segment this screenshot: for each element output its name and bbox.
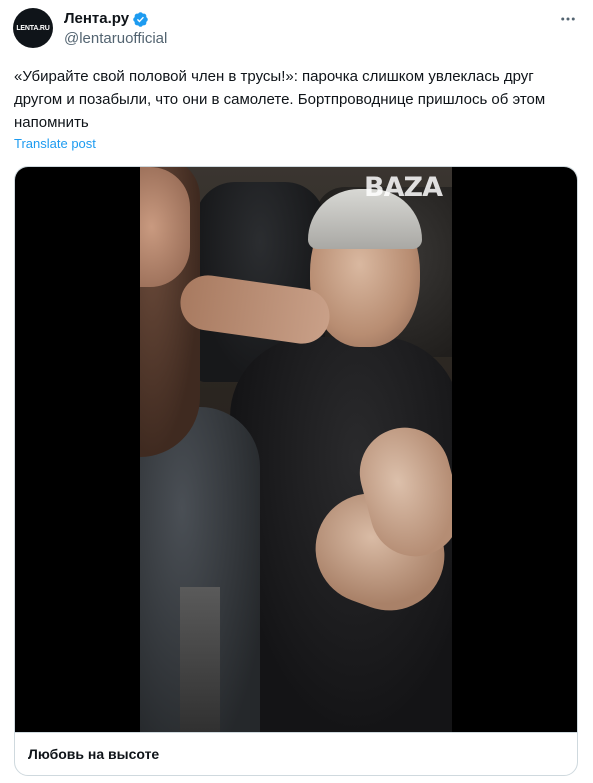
- verified-badge-icon: [132, 11, 149, 28]
- video-frame: BAZA: [140, 167, 452, 732]
- author-handle[interactable]: @lentaruofficial: [64, 29, 167, 49]
- author-info: Лента.ру @lentaruofficial: [64, 9, 167, 49]
- avatar-logo-text: LENTA.RU: [16, 24, 50, 32]
- tweet: LENTA.RU Лента.ру @lentaruofficial «Убир…: [0, 0, 593, 783]
- tweet-text: «Убирайте свой половой член в трусы!»: п…: [14, 68, 546, 131]
- video-player[interactable]: BAZA: [15, 167, 577, 732]
- author-name-line: Лента.ру: [64, 9, 167, 29]
- author-display-name[interactable]: Лента.ру: [64, 9, 129, 29]
- translate-post-link[interactable]: Translate post: [14, 136, 96, 151]
- media-card[interactable]: BAZA Любовь на высоте: [14, 166, 578, 776]
- woman-face-shape: [140, 167, 190, 287]
- baza-watermark: BAZA: [364, 172, 443, 203]
- more-options-icon[interactable]: [557, 9, 579, 29]
- author-avatar[interactable]: LENTA.RU: [13, 8, 53, 48]
- seat-fabric-shape: [180, 587, 220, 732]
- media-caption[interactable]: Любовь на высоте: [15, 732, 577, 775]
